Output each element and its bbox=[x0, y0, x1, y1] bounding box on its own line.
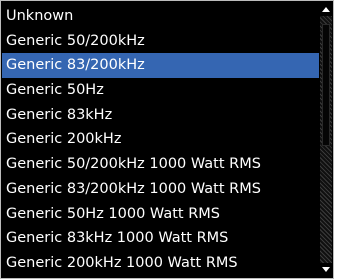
scrollbar-thumb[interactable] bbox=[322, 24, 330, 146]
vertical-scrollbar[interactable] bbox=[320, 2, 332, 277]
arrow-down-icon bbox=[322, 267, 330, 272]
list-item-generic-83khz-1000w[interactable]: Generic 83kHz 1000 Watt RMS bbox=[2, 226, 319, 251]
scroll-up-button[interactable] bbox=[320, 2, 332, 16]
list-item-generic-200khz-1000w[interactable]: Generic 200kHz 1000 Watt RMS bbox=[2, 251, 319, 276]
list-item-unknown[interactable]: Unknown bbox=[2, 4, 319, 29]
list-item-generic-83-200khz[interactable]: Generic 83/200kHz bbox=[2, 53, 319, 79]
list-item-generic-50hz[interactable]: Generic 50Hz bbox=[2, 78, 319, 103]
arrow-up-icon bbox=[322, 7, 330, 12]
scroll-down-button[interactable] bbox=[320, 263, 332, 277]
list-item-generic-50hz-1000w[interactable]: Generic 50Hz 1000 Watt RMS bbox=[2, 202, 319, 227]
list-item-generic-83khz[interactable]: Generic 83kHz bbox=[2, 103, 319, 128]
list-items: Unknown Generic 50/200kHz Generic 83/200… bbox=[2, 4, 319, 276]
list-item-generic-50-200khz[interactable]: Generic 50/200kHz bbox=[2, 29, 319, 54]
transducer-list[interactable]: Unknown Generic 50/200kHz Generic 83/200… bbox=[0, 0, 334, 279]
list-item-generic-50-200khz-1000w[interactable]: Generic 50/200kHz 1000 Watt RMS bbox=[2, 152, 319, 177]
list-item-generic-200khz[interactable]: Generic 200kHz bbox=[2, 127, 319, 152]
list-item-generic-83-200khz-1000w[interactable]: Generic 83/200kHz 1000 Watt RMS bbox=[2, 177, 319, 202]
